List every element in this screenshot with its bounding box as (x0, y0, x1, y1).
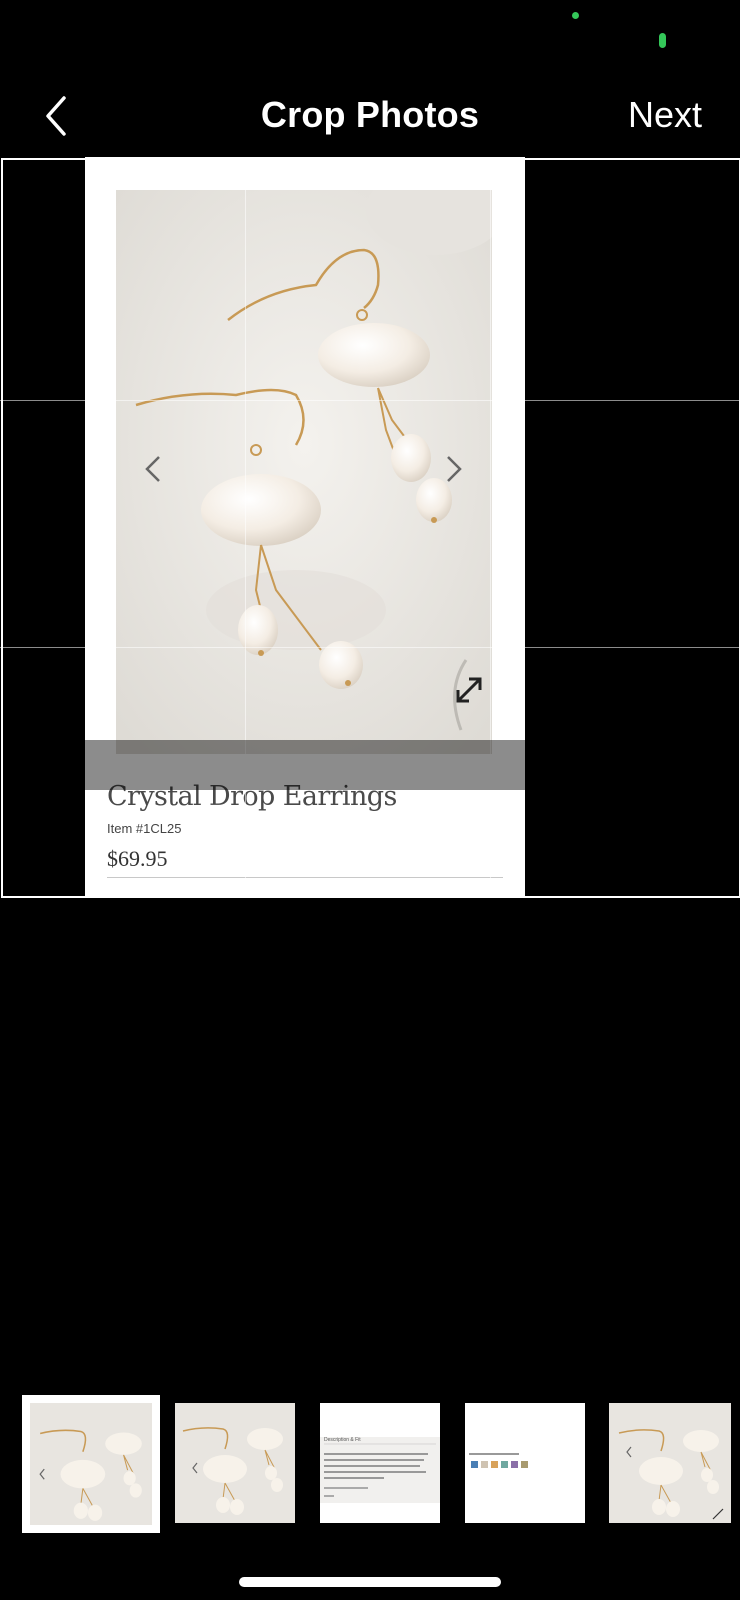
chevron-right-icon[interactable] (444, 453, 464, 485)
thumbnail-strip: Description & Fit (0, 1393, 740, 1533)
thumbnail-5[interactable] (609, 1403, 731, 1523)
photo-overflow-dim (85, 740, 525, 790)
status-indicator-pill (659, 33, 666, 48)
product-image (116, 190, 492, 754)
home-indicator (239, 1577, 501, 1587)
chevron-left-icon[interactable] (143, 453, 163, 485)
next-button[interactable]: Next (628, 94, 702, 136)
thumbnail-4[interactable] (465, 1403, 585, 1523)
expand-icon[interactable] (452, 673, 486, 707)
divider (107, 877, 503, 878)
thumbnail-heading: Description & Fit (324, 1437, 361, 1443)
item-number: Item #1CL25 (107, 821, 182, 836)
thumbnail-3[interactable]: Description & Fit (320, 1403, 440, 1523)
product-price: $69.95 (107, 846, 168, 871)
screenshot-home-indicator (228, 915, 384, 919)
nav-bar: Crop Photos Next (0, 80, 740, 156)
thumbnail-1[interactable] (22, 1395, 160, 1533)
thumbnail-2[interactable] (175, 1403, 295, 1523)
status-indicator-dot (572, 12, 579, 19)
